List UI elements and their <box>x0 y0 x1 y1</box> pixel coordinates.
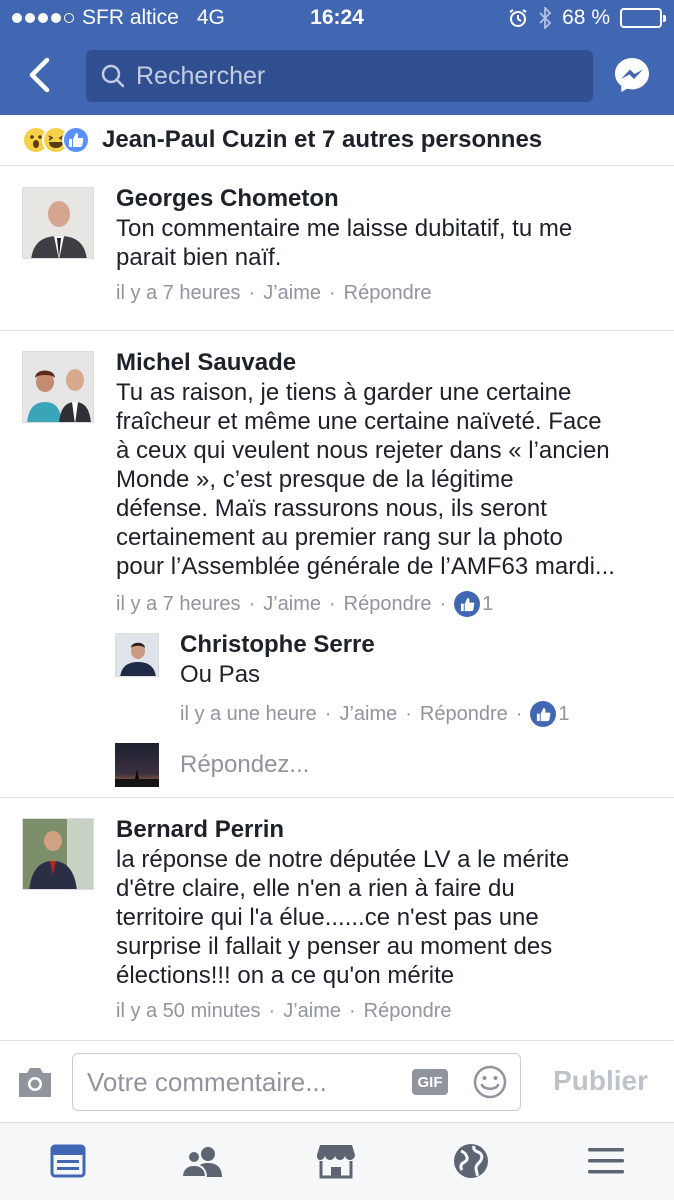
like-count-badge[interactable]: 1 <box>454 591 493 617</box>
like-link[interactable]: J’aime <box>339 703 397 726</box>
globe-icon <box>454 1144 488 1178</box>
battery-icon <box>620 8 666 28</box>
status-bar: SFR altice 4G 16:24 68 % <box>0 6 674 34</box>
comment-line: surprise il fallait y penser au moment d… <box>116 933 553 960</box>
comment-line: d'être claire, elle n'en a rien à faire … <box>116 875 515 902</box>
publish-button[interactable]: Publier <box>553 1065 648 1097</box>
reply-link[interactable]: Répondre <box>344 282 432 305</box>
reply-link[interactable]: Répondre <box>364 1000 452 1023</box>
comment-meta: il y a 7 heures · J’aime · Répondre <box>116 282 432 305</box>
comment-line: fraîcheur et même une certaine naïveté. … <box>116 408 602 435</box>
like-count: 1 <box>482 592 494 615</box>
comment-input[interactable]: Votre commentaire... GIF <box>72 1053 521 1111</box>
comment-line: pour l’Assemblée générale de l’AMF63 mar… <box>116 553 615 580</box>
comment-line: Monde », c’est presque de la légitime <box>116 466 514 493</box>
bluetooth-icon <box>539 7 552 29</box>
camera-icon <box>19 1068 51 1097</box>
comment-line: parait bien naïf. <box>116 244 282 271</box>
like-link[interactable]: J’aime <box>283 1000 341 1023</box>
comment-time[interactable]: il y a 7 heures <box>116 593 241 616</box>
reply-link[interactable]: Répondre <box>420 703 508 726</box>
reply-time[interactable]: il y a une heure <box>180 703 317 726</box>
like-link[interactable]: J’aime <box>263 282 321 305</box>
reactors-summary-text[interactable]: Jean-Paul Cuzin et 7 autres personnes <box>102 126 542 154</box>
camera-button[interactable] <box>16 1065 54 1099</box>
like-icon <box>454 591 481 617</box>
comment-line: défense. Maïs rassurons nous, ils seront <box>116 495 547 522</box>
comment: Georges Chometon Ton commentaire me lais… <box>0 166 674 330</box>
comment-line: la réponse de notre députée LV a le méri… <box>116 846 570 873</box>
like-link[interactable]: J’aime <box>263 593 321 616</box>
messenger-icon <box>615 58 649 92</box>
reply-text: Ou Pas <box>180 661 261 688</box>
comment-text: la réponse de notre députée LV a le méri… <box>116 845 656 990</box>
comment-line: Tu as raison, je tiens à garder une cert… <box>116 379 572 406</box>
gif-button[interactable]: GIF <box>412 1069 448 1095</box>
comment: Bernard Perrin la réponse de notre déput… <box>0 798 674 1040</box>
reactions-summary[interactable]: Jean-Paul Cuzin et 7 autres personnes <box>0 115 674 166</box>
chevron-left-icon <box>29 57 50 93</box>
like-icon <box>530 701 557 727</box>
comment-composer: Votre commentaire... GIF Publier <box>0 1040 674 1122</box>
emoji-icon[interactable] <box>472 1064 508 1100</box>
comment-line: Ton commentaire me laisse dubitatif, tu … <box>116 215 573 242</box>
battery-percent: 68 % <box>562 6 610 29</box>
tab-notifications[interactable] <box>451 1141 491 1181</box>
comment-line: certainement au premier rang sur la phot… <box>116 524 563 551</box>
reply-input[interactable]: Répondez... <box>180 751 309 779</box>
comment-placeholder: Votre commentaire... <box>87 1066 327 1097</box>
avatar[interactable] <box>22 351 94 423</box>
comment-meta: il y a 7 heures · J’aime · Répondre · 1 <box>116 591 661 617</box>
alarm-icon <box>509 9 527 27</box>
comment-line: à ceux qui veulent nous rejeter dans « l… <box>116 437 610 464</box>
back-button[interactable] <box>20 55 60 95</box>
avatar[interactable] <box>22 818 94 890</box>
reply-meta: il y a une heure · J’aime · Répondre · 1 <box>180 701 660 727</box>
search-placeholder: Rechercher <box>136 61 266 90</box>
comment-meta: il y a 50 minutes · J’aime · Répondre <box>116 1000 452 1023</box>
comment-text: Tu as raison, je tiens à garder une cert… <box>116 378 661 581</box>
marketplace-icon <box>317 1145 355 1179</box>
comment: Michel Sauvade Tu as raison, je tiens à … <box>0 331 674 797</box>
news-feed-icon <box>50 1144 86 1178</box>
comment-author[interactable]: Bernard Perrin <box>116 815 656 845</box>
comment-time[interactable]: il y a 7 heures <box>116 282 241 305</box>
messenger-button[interactable] <box>612 55 652 95</box>
tab-news-feed[interactable] <box>48 1141 88 1181</box>
tab-menu[interactable] <box>586 1141 626 1181</box>
avatar[interactable] <box>22 187 94 259</box>
friends-icon <box>182 1147 222 1177</box>
reply-link[interactable]: Répondre <box>344 593 432 616</box>
reply-avatar[interactable] <box>115 633 159 677</box>
tab-bar <box>0 1122 674 1200</box>
comment-line: élections!!! on a ce qu'on mérite <box>116 962 455 989</box>
comment-author[interactable]: Georges Chometon <box>116 184 656 214</box>
reply-author[interactable]: Christophe Serre <box>180 630 660 660</box>
top-bar: SFR altice 4G 16:24 68 % Rechercher <box>0 0 674 115</box>
comment-time[interactable]: il y a 50 minutes <box>116 1000 261 1023</box>
like-count-badge[interactable]: 1 <box>530 701 570 727</box>
like-icon <box>62 126 90 154</box>
tab-marketplace[interactable] <box>316 1141 356 1181</box>
current-user-avatar <box>115 743 159 787</box>
comment-author[interactable]: Michel Sauvade <box>116 348 661 378</box>
like-count: 1 <box>558 702 570 725</box>
comment-text: Ton commentaire me laisse dubitatif, tu … <box>116 214 656 272</box>
comment-line: territoire qui l'a élue......ce n'est pa… <box>116 904 539 931</box>
search-icon <box>101 64 125 88</box>
search-input[interactable]: Rechercher <box>86 50 593 102</box>
tab-friends[interactable] <box>182 1141 222 1181</box>
menu-icon <box>588 1148 624 1174</box>
